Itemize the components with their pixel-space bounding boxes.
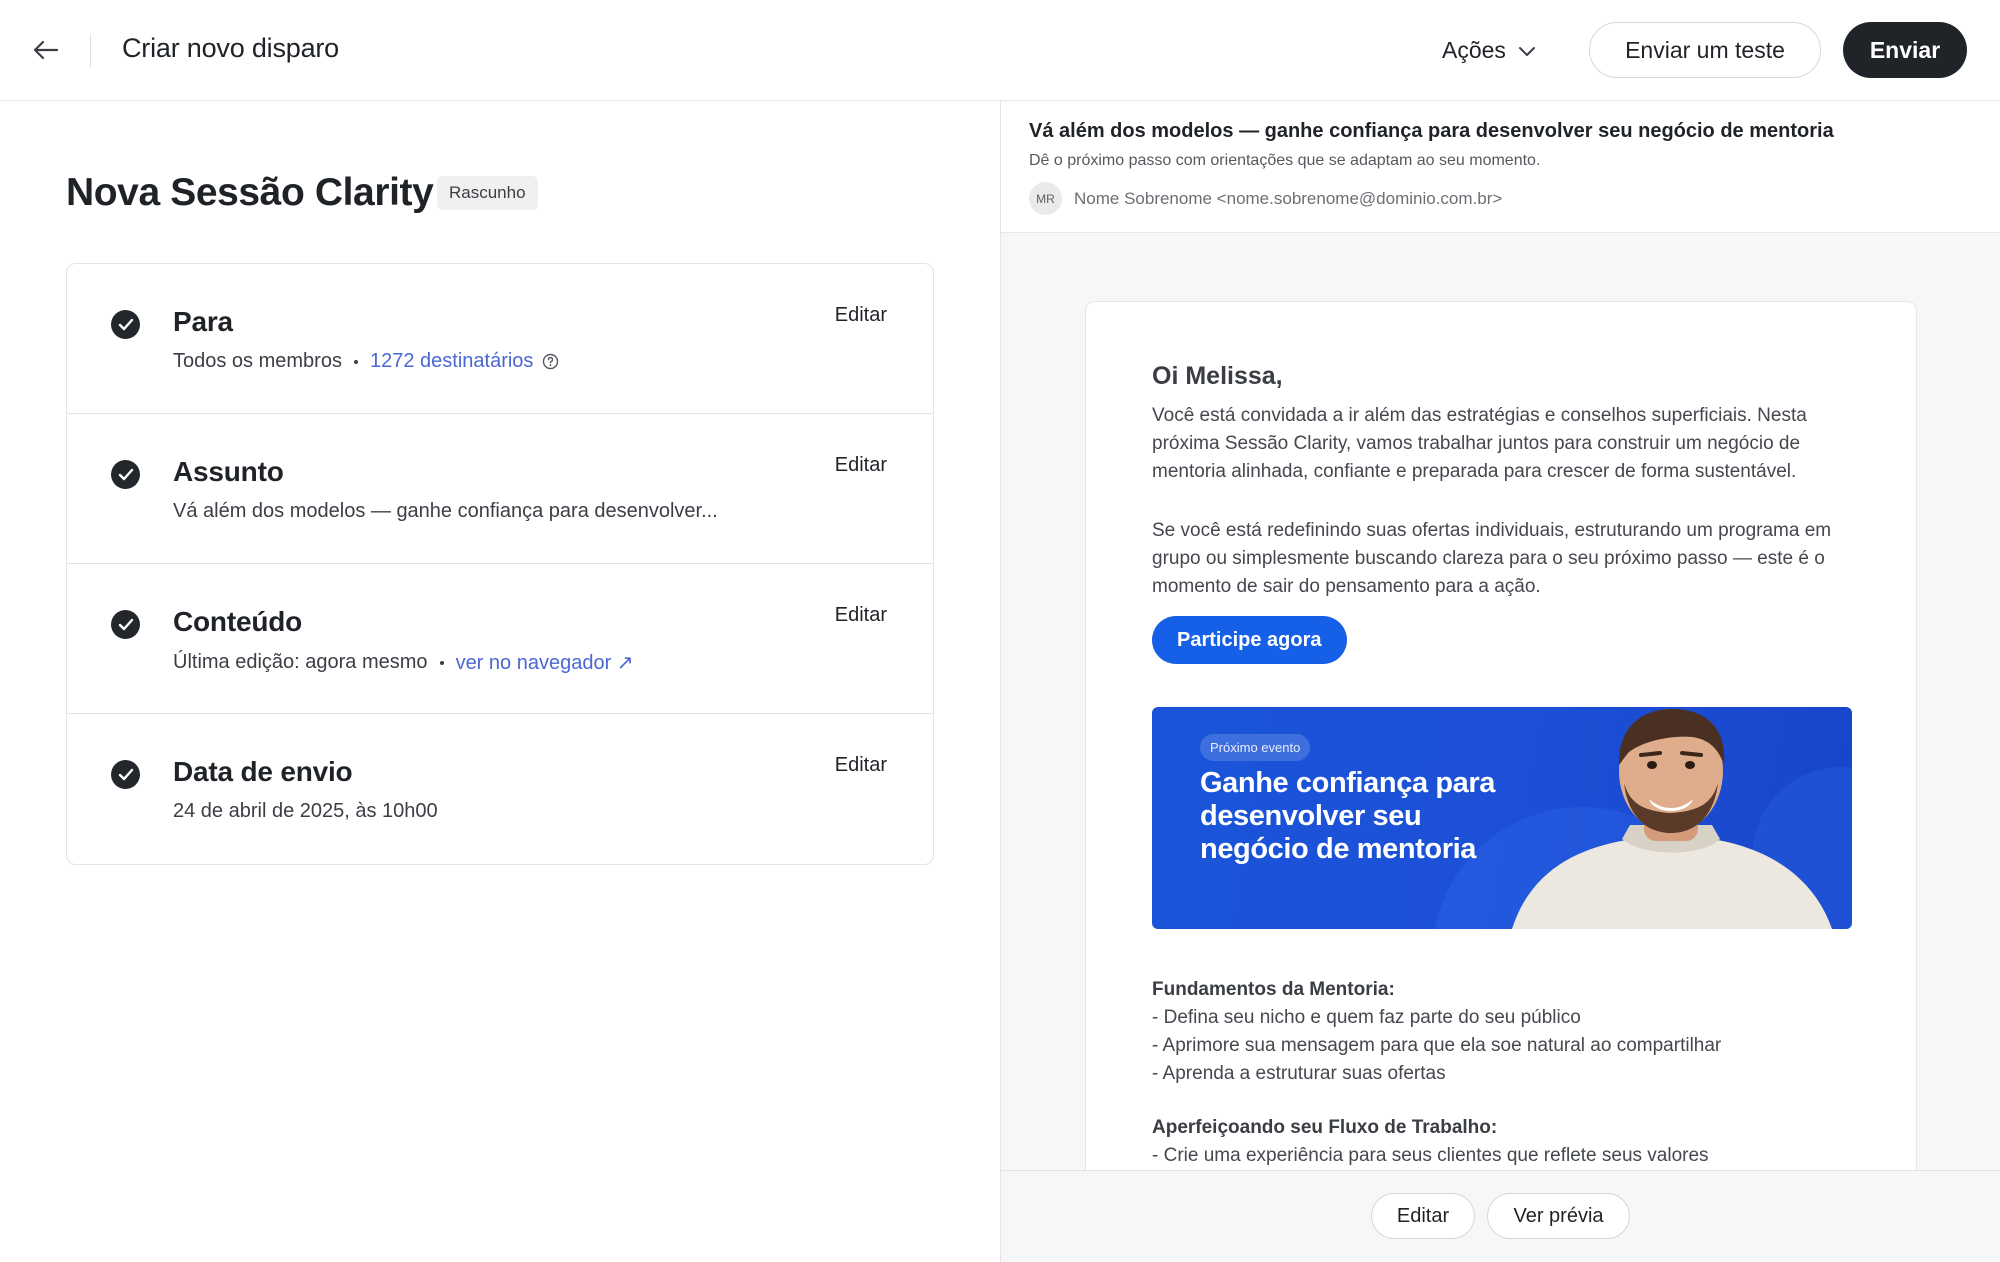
step-content: Conteúdo Última edição: agora mesmo ver …	[67, 564, 933, 714]
check-circle-icon	[111, 760, 140, 789]
list-item: - Aprimore sua mensagem para que ela soe…	[1152, 1035, 1722, 1056]
edit-email-button[interactable]: Editar	[1371, 1193, 1475, 1239]
recipients-link[interactable]: 1272 destinatários	[370, 350, 533, 373]
separator-dot	[353, 359, 358, 364]
campaign-title: Nova Sessão Clarity	[66, 171, 434, 214]
step-title: Para	[173, 306, 233, 337]
banner-headline: Ganhe confiança para desenvolver seu neg…	[1200, 767, 1495, 865]
help-circle-icon[interactable]	[542, 353, 559, 370]
step-title: Conteúdo	[173, 606, 303, 637]
step-description: Todos os membros 1272 destinatários	[173, 350, 559, 373]
email-greeting: Oi Melissa,	[1152, 362, 1283, 390]
step-description: Vá além dos modelos — ganhe confiança pa…	[173, 500, 718, 523]
list-item: - Crie uma experiência para seus cliente…	[1152, 1145, 1709, 1166]
check-circle-icon	[111, 460, 140, 489]
campaign-setup-panel: Nova Sessão Clarity Rascunho Para Todos …	[0, 101, 1000, 1262]
list-item: - Aprenda a estruturar suas ofertas	[1152, 1063, 1446, 1084]
edit-subject-button[interactable]: Editar	[835, 454, 887, 477]
email-header: Vá além dos modelos — ganhe confiança pa…	[1001, 101, 2000, 233]
last-edited-label: Última edição: agora mesmo	[173, 651, 428, 673]
edit-recipients-button[interactable]: Editar	[835, 304, 887, 327]
actions-dropdown[interactable]: Ações	[1442, 30, 1536, 70]
email-paragraph: Se você está redefinindo suas ofertas in…	[1152, 520, 1832, 597]
preview-footer: Editar Ver prévia	[1001, 1170, 2000, 1262]
list-item: - Defina seu nicho e quem faz parte do s…	[1152, 1007, 1581, 1028]
step-title: Data de envio	[173, 756, 353, 787]
audience-label: Todos os membros	[173, 350, 342, 372]
send-test-button[interactable]: Enviar um teste	[1589, 22, 1821, 78]
step-send-date: Data de envio 24 de abril de 2025, às 10…	[67, 714, 933, 864]
separator-dot	[439, 660, 444, 665]
view-in-browser-link[interactable]: ver no navegador ↗	[456, 650, 634, 675]
header-divider	[90, 34, 91, 68]
actions-label: Ações	[1442, 36, 1506, 63]
step-subject: Assunto Vá além dos modelos — ganhe conf…	[67, 414, 933, 564]
sender-address: Nome Sobrenome <nome.sobrenome@dominio.c…	[1074, 189, 1503, 208]
step-description: Última edição: agora mesmo ver no navega…	[173, 650, 634, 675]
send-date-value: 24 de abril de 2025, às 10h00	[173, 800, 438, 822]
view-preview-button[interactable]: Ver prévia	[1487, 1193, 1630, 1239]
email-body-card: Oi Melissa, Você está convidada a ir alé…	[1085, 301, 1917, 1201]
page-title: Criar novo disparo	[122, 33, 340, 63]
banner-event-tag: Próximo evento	[1200, 734, 1311, 761]
event-banner: Próximo evento Ganhe confiança para dese…	[1152, 707, 1852, 929]
email-subject: Vá além dos modelos — ganhe confiança pa…	[1029, 120, 1834, 142]
email-paragraph: Você está convidada a ir além das estrat…	[1152, 405, 1807, 482]
setup-steps: Para Todos os membros 1272 destinatários…	[66, 263, 934, 865]
content-section: Fundamentos da Mentoria: - Defina seu ni…	[1152, 976, 1868, 1088]
email-preview-panel: Vá além dos modelos — ganhe confiança pa…	[1000, 101, 2000, 1262]
chevron-down-icon	[1518, 37, 1536, 64]
step-description: 24 de abril de 2025, às 10h00	[173, 800, 438, 823]
step-recipients: Para Todos os membros 1272 destinatários…	[67, 264, 933, 414]
section-heading: Fundamentos da Mentoria:	[1152, 979, 1395, 1000]
email-preheader: Dê o próximo passo com orientações que s…	[1029, 152, 1541, 169]
step-title: Assunto	[173, 456, 284, 487]
avatar: MR	[1029, 182, 1062, 215]
edit-send-date-button[interactable]: Editar	[835, 754, 887, 777]
check-circle-icon	[111, 610, 140, 639]
top-bar: Criar novo disparo Ações Enviar um teste…	[0, 0, 2000, 101]
join-now-button[interactable]: Participe agora	[1152, 616, 1347, 664]
subject-preview: Vá além dos modelos — ganhe confiança pa…	[173, 500, 718, 522]
section-heading: Aperfeiçoando seu Fluxo de Trabalho:	[1152, 1117, 1498, 1138]
edit-content-button[interactable]: Editar	[835, 604, 887, 627]
check-circle-icon	[111, 310, 140, 339]
send-button[interactable]: Enviar	[1843, 22, 1967, 78]
back-arrow-icon[interactable]	[28, 30, 64, 70]
content-section: Aperfeiçoando seu Fluxo de Trabalho: - C…	[1152, 1114, 1868, 1170]
status-badge: Rascunho	[437, 176, 538, 210]
